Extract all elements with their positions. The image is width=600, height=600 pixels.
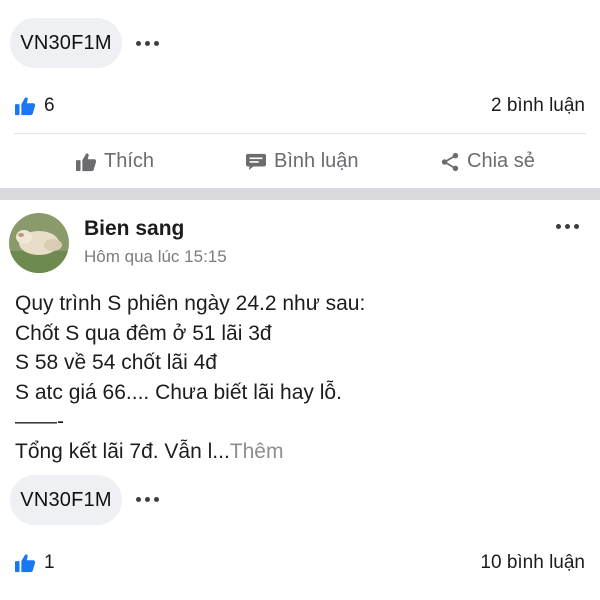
content-line: Tổng kết lãi 7đ. Vẫn l... [15, 439, 230, 463]
content-line: S atc giá 66.... Chưa biết lãi hay lỗ. [15, 380, 342, 404]
comment-count[interactable]: 2 bình luận [491, 95, 585, 117]
more-dots-icon[interactable] [136, 41, 159, 46]
share-button-label: Chia sẻ [467, 150, 535, 172]
like-button-label: Thích [104, 150, 155, 172]
post-time: Hôm qua lúc 15:15 [84, 247, 227, 266]
thumbs-up-icon [15, 554, 36, 573]
like-count-value: 1 [44, 552, 55, 573]
share-button[interactable]: Chia sẻ [440, 150, 535, 173]
tag-chip[interactable]: VN30F1M [10, 475, 122, 525]
see-more-link[interactable]: Thêm [230, 440, 284, 463]
comment-count[interactable]: 10 bình luận [480, 552, 585, 574]
tag-label: VN30F1M [20, 488, 112, 511]
post-content: Quy trình S phiên ngày 24.2 như sau: Chố… [15, 289, 365, 466]
avatar[interactable] [9, 213, 69, 273]
content-line-truncated: Tổng kết lãi 7đ. Vẫn l...Thêm [15, 437, 365, 467]
content-line: Quy trình S phiên ngày 24.2 như sau: [15, 292, 366, 315]
more-dots-icon[interactable] [556, 224, 579, 229]
content-line: ——- [15, 410, 64, 433]
like-count-value: 6 [44, 95, 55, 116]
author-name[interactable]: Bien sang [84, 217, 184, 241]
content-line: Chốt S qua đêm ở 51 lãi 3đ [15, 321, 272, 345]
thumbs-up-icon [76, 152, 97, 171]
more-dots-icon[interactable] [136, 497, 159, 502]
tag-label: VN30F1M [20, 31, 112, 54]
like-button[interactable]: Thích [75, 150, 154, 173]
like-count[interactable]: 1 [14, 552, 55, 574]
comment-icon [246, 153, 266, 170]
content-line: S 58 về 54 chốt lãi 4đ [15, 351, 217, 374]
like-count[interactable]: 6 [14, 95, 55, 117]
divider [14, 133, 586, 134]
comment-button-label: Bình luận [274, 150, 359, 172]
share-icon [441, 152, 459, 171]
thumbs-up-icon [15, 97, 36, 116]
tag-chip[interactable]: VN30F1M [10, 18, 122, 68]
post-separator [0, 188, 600, 200]
comment-button[interactable]: Bình luận [245, 150, 359, 173]
